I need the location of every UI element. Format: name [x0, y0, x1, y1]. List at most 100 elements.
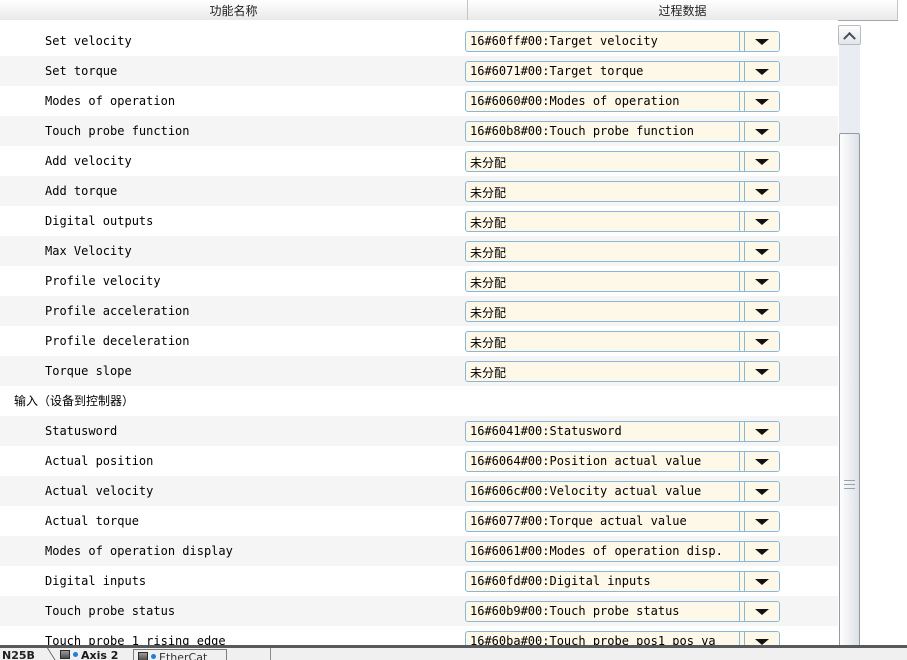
- process-data-select[interactable]: 未分配: [465, 211, 780, 232]
- dropdown-arrow-button[interactable]: [745, 242, 779, 261]
- chevron-down-icon: [755, 429, 769, 435]
- tab-ethercat[interactable]: EtherCat: [133, 649, 227, 660]
- chevron-down-icon: [755, 69, 769, 75]
- chevron-down-icon: [755, 39, 769, 45]
- function-name-label: Profile velocity: [45, 266, 161, 296]
- chevron-up-icon: [843, 31, 856, 44]
- column-header-process-data[interactable]: 过程数据: [468, 0, 898, 20]
- function-name-label: Modes of operation: [45, 86, 175, 116]
- pdo-mapping-row: Add torque未分配: [0, 176, 838, 206]
- function-name-label: Touch probe status: [45, 596, 175, 626]
- pdo-mapping-row: Profile deceleration未分配: [0, 326, 838, 356]
- function-name-label: Add velocity: [45, 146, 132, 176]
- process-data-value: 16#6071#00:Target torque: [466, 62, 739, 81]
- pdo-mapping-row: Modes of operation display 16#6061#00:Mod…: [0, 536, 838, 566]
- dropdown-arrow-button[interactable]: [745, 632, 779, 645]
- function-name-label: Set velocity: [45, 26, 132, 56]
- process-data-select[interactable]: 未分配: [465, 271, 780, 292]
- dropdown-arrow-button[interactable]: [745, 62, 779, 81]
- column-header-function-name[interactable]: 功能名称: [0, 0, 468, 20]
- process-data-value: 16#6077#00:Torque actual value: [466, 512, 739, 531]
- status-dot-icon: [73, 652, 78, 657]
- process-data-value: 16#6064#00:Position actual value: [466, 452, 739, 471]
- pdo-mapping-row: Add velocity 未分配: [0, 146, 838, 176]
- scrollbar-thumb[interactable]: [839, 133, 860, 660]
- process-data-select[interactable]: 16#60fd#00:Digital inputs: [465, 571, 780, 592]
- process-data-select[interactable]: 16#6077#00:Torque actual value: [465, 511, 780, 532]
- chevron-down-icon: [755, 99, 769, 105]
- tab-edge-divider: [32, 646, 59, 660]
- process-data-select[interactable]: 未分配: [465, 301, 780, 322]
- scroll-up-button[interactable]: [838, 25, 861, 45]
- function-name-label: Actual torque: [45, 506, 139, 536]
- tab-axis-2[interactable]: Axis 2: [60, 649, 118, 660]
- bottom-tab-bar: N25B Axis 2 EtherCat: [0, 645, 907, 660]
- function-name-label: Statusword: [45, 416, 117, 446]
- process-data-select[interactable]: 未分配: [465, 181, 780, 202]
- function-name-label: Actual velocity: [45, 476, 153, 506]
- process-data-select[interactable]: 16#6071#00:Target torque: [465, 61, 780, 82]
- dropdown-arrow-button[interactable]: [745, 302, 779, 321]
- process-data-value: 未分配: [466, 272, 739, 291]
- process-data-value: 未分配: [466, 362, 739, 381]
- pdo-mapping-row: Actual position16#6064#00:Position actua…: [0, 446, 838, 476]
- dropdown-arrow-button[interactable]: [745, 92, 779, 111]
- process-data-value: 未分配: [466, 182, 739, 201]
- column-header-function-name-label: 功能名称: [209, 2, 257, 19]
- function-name-label: Touch probe function: [45, 116, 190, 146]
- pdo-mapping-row: Touch probe function 16#60b8#00:Touch pro…: [0, 116, 838, 146]
- pdo-mapping-row: Digital outputs 未分配: [0, 206, 838, 236]
- process-data-select[interactable]: 未分配: [465, 151, 780, 172]
- pdo-mapping-row: Profile acceleration未分配: [0, 296, 838, 326]
- function-name-label: Touch probe 1 rising edge: [45, 626, 226, 645]
- process-data-value: 未分配: [466, 332, 739, 351]
- process-data-value: 未分配: [466, 212, 739, 231]
- scrollbar-track[interactable]: [839, 45, 860, 643]
- chevron-down-icon: [755, 459, 769, 465]
- section-header-row: 输入（设备到控制器）: [0, 386, 838, 416]
- dropdown-arrow-button[interactable]: [745, 272, 779, 291]
- dropdown-arrow-button[interactable]: [745, 542, 779, 561]
- process-data-select[interactable]: 未分配: [465, 331, 780, 352]
- chevron-down-icon: [755, 309, 769, 315]
- dropdown-arrow-button[interactable]: [745, 512, 779, 531]
- chevron-down-icon: [755, 579, 769, 585]
- dropdown-arrow-button[interactable]: [745, 362, 779, 381]
- process-data-value: 16#6060#00:Modes of operation: [466, 92, 739, 111]
- dropdown-arrow-button[interactable]: [745, 152, 779, 171]
- dropdown-arrow-button[interactable]: [745, 182, 779, 201]
- dropdown-arrow-button[interactable]: [745, 602, 779, 621]
- function-name-label: Digital outputs: [45, 206, 153, 236]
- pdo-mapping-row: Touch probe status 16#60b9#00:Touch probe…: [0, 596, 838, 626]
- vertical-scrollbar[interactable]: [838, 25, 861, 643]
- dropdown-arrow-button[interactable]: [745, 482, 779, 501]
- pdo-mapping-row: Statusword 16#6041#00:Statusword: [0, 416, 838, 446]
- dropdown-arrow-button[interactable]: [745, 32, 779, 51]
- process-data-select[interactable]: 未分配: [465, 241, 780, 262]
- process-data-select[interactable]: 16#6064#00:Position actual value: [465, 451, 780, 472]
- dropdown-arrow-button[interactable]: [745, 452, 779, 471]
- process-data-select[interactable]: 16#6061#00:Modes of operation disp.: [465, 541, 780, 562]
- process-data-select[interactable]: 16#60ff#00:Target velocity: [465, 31, 780, 52]
- dropdown-arrow-button[interactable]: [745, 572, 779, 591]
- function-name-label: Modes of operation display: [45, 536, 233, 566]
- pdo-mapping-row: Profile velocity 未分配: [0, 266, 838, 296]
- process-data-select[interactable]: 16#606c#00:Velocity actual value: [465, 481, 780, 502]
- dropdown-arrow-button[interactable]: [745, 122, 779, 141]
- tab-n25b[interactable]: N25B: [2, 649, 35, 660]
- table-header: 功能名称 过程数据: [0, 0, 898, 21]
- process-data-value: 16#606c#00:Velocity actual value: [466, 482, 739, 501]
- process-data-value: 未分配: [466, 242, 739, 261]
- dropdown-arrow-button[interactable]: [745, 422, 779, 441]
- process-data-select[interactable]: 16#60b8#00:Touch probe function: [465, 121, 780, 142]
- process-data-select[interactable]: 16#60b9#00:Touch probe status: [465, 601, 780, 622]
- process-data-select[interactable]: 未分配: [465, 361, 780, 382]
- process-data-select[interactable]: 16#6041#00:Statusword: [465, 421, 780, 442]
- process-data-value: 16#60b9#00:Touch probe status: [466, 602, 739, 621]
- process-data-select[interactable]: 16#60ba#00:Touch probe pos1 pos va: [465, 631, 780, 645]
- dropdown-arrow-button[interactable]: [745, 212, 779, 231]
- status-dot-icon: [151, 654, 156, 659]
- process-data-value: 16#60ba#00:Touch probe pos1 pos va: [466, 632, 739, 645]
- process-data-select[interactable]: 16#6060#00:Modes of operation: [465, 91, 780, 112]
- dropdown-arrow-button[interactable]: [745, 332, 779, 351]
